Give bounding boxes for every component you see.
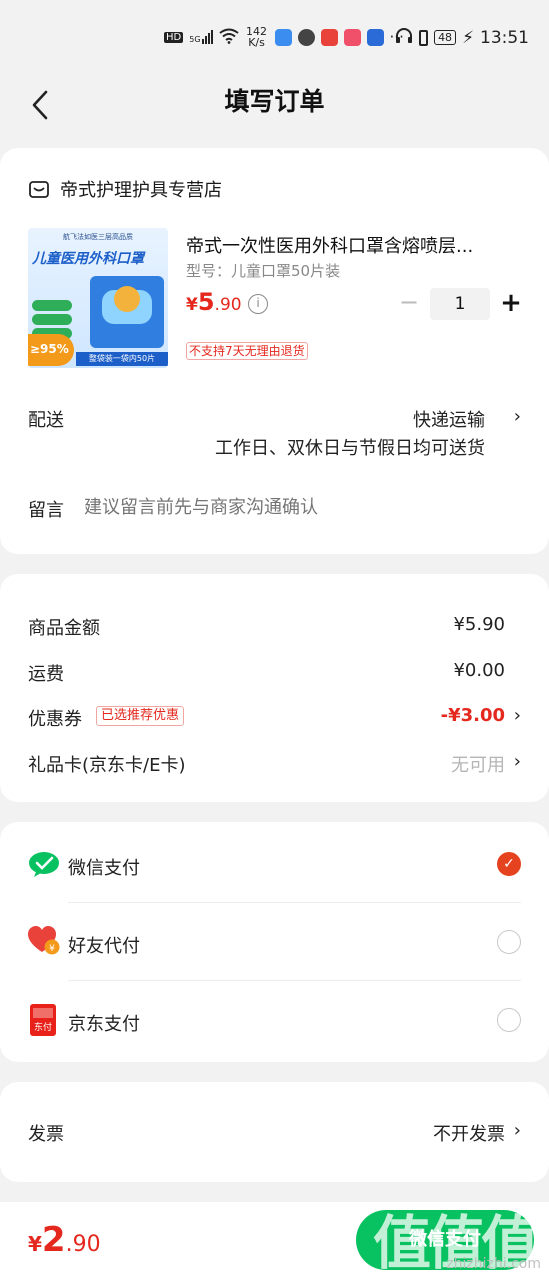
product-image-tag [32, 314, 72, 325]
giftcard-value[interactable]: 无可用 [451, 751, 505, 777]
robot-app-icon [366, 28, 384, 46]
quantity-increase-button[interactable]: + [500, 288, 522, 318]
shop-app-icon [343, 28, 361, 46]
price-integer: 5 [197, 288, 215, 316]
watermark-url: zhizhizhi.com [446, 1256, 541, 1272]
goods-amount-label: 商品金额 [28, 618, 100, 639]
message-label: 留言 [28, 500, 64, 521]
product-image-title: 儿童医用外科口罩 [32, 251, 144, 267]
goods-amount-value: ¥5.90 [453, 614, 505, 635]
total-price: ¥ 2 .90 [28, 1220, 101, 1260]
invoice-card[interactable]: 发票 不开发票 › [0, 1082, 549, 1182]
payment-option-friend[interactable]: ¥ 好友代付 [0, 902, 549, 980]
order-card: 帝式护理护具专营店 航飞法如医三层高品质 儿童医用外科口罩 ≥95% 整袋装一袋… [0, 148, 549, 554]
price-currency: ¥ [186, 295, 198, 315]
product-model[interactable]: 型号：儿童口罩50片装 [186, 260, 340, 281]
shop-name: 帝式护理护具专营店 [60, 180, 222, 201]
delivery-note: 工作日、双休日与节假日均可送货 [215, 438, 485, 459]
payment-option-jd[interactable]: 东付 京东支付 [0, 980, 549, 1062]
chevron-right-icon[interactable]: › [514, 751, 521, 772]
total-integer: 2 [41, 1220, 66, 1260]
chevron-right-icon[interactable]: › [514, 1120, 521, 1141]
product-image-top-text: 航飞法如医三层高品质 [63, 233, 133, 241]
giftcard-label: 礼品卡(京东卡/E卡) [28, 755, 186, 776]
clock: 13:51 [480, 27, 529, 48]
payment-label-friend: 好友代付 [68, 936, 140, 957]
total-currency: ¥ [28, 1232, 42, 1256]
payment-option-wechat[interactable]: 微信支付 ✓ [0, 822, 549, 902]
total-decimal: .90 [65, 1232, 101, 1257]
delivery-label: 配送 [28, 410, 64, 431]
radio-unselected[interactable] [497, 1008, 521, 1032]
product-image[interactable]: 航飞法如医三层高品质 儿童医用外科口罩 ≥95% 整袋装一袋内50片 [28, 228, 168, 368]
signal-label: 5G [189, 35, 201, 44]
delivery-value[interactable]: 快递运输 [413, 406, 485, 432]
message-input[interactable] [84, 492, 514, 522]
product-image-percent: ≥95% [28, 334, 74, 366]
wechat-pay-icon [29, 852, 59, 877]
product-image-mascot [114, 286, 140, 312]
wifi-icon [218, 28, 239, 47]
product-name[interactable]: 帝式一次性医用外科口罩含熔喷层... [186, 232, 516, 258]
network-speed: 142 K/s [245, 26, 269, 48]
invoice-label: 发票 [28, 1124, 64, 1145]
info-icon[interactable]: i [248, 294, 268, 314]
radio-unselected[interactable] [497, 930, 521, 954]
product-price: ¥ 5 .90 [186, 288, 242, 316]
vibrate-icon [419, 29, 429, 46]
coupon-badge: 已选推荐优惠 [96, 706, 185, 726]
svg-text:东付: 东付 [34, 1021, 52, 1033]
payment-card: 微信支付 ✓ ¥ 好友代付 东付 京东支付 [0, 822, 549, 1062]
redpacket-app-icon [320, 28, 338, 46]
quantity-decrease-button[interactable]: − [398, 290, 420, 316]
battery-icon: 48 [434, 30, 457, 45]
headphones-icon [395, 27, 413, 48]
quantity-field[interactable]: 1 [430, 288, 490, 320]
invoice-value[interactable]: 不开发票 [433, 1120, 505, 1146]
radio-selected[interactable]: ✓ [497, 852, 521, 876]
amount-card: 商品金额 ¥5.90 运费 ¥0.00 优惠券 已选推荐优惠 -¥3.00 › … [0, 574, 549, 802]
chat-app-icon [297, 28, 315, 46]
shipping-label: 运费 [28, 664, 64, 685]
signal-5g-icon: 5G [189, 30, 213, 44]
svg-text:¥: ¥ [49, 944, 55, 954]
hd-icon: HD [164, 31, 184, 43]
friend-pay-icon: ¥ [28, 926, 60, 955]
status-icons: HD 5G 142 K/s ··· [164, 26, 404, 48]
payment-label-wechat: 微信支付 [68, 858, 140, 879]
payment-label-jd: 京东支付 [68, 1014, 140, 1035]
status-bar: HD 5G 142 K/s ··· 48 ⚡ 13:51 [0, 0, 549, 72]
coupon-value[interactable]: -¥3.00 [441, 705, 505, 726]
product-image-tag [32, 300, 72, 311]
page-title: 填写订单 [224, 87, 325, 116]
cloud-app-icon [274, 28, 292, 46]
shop-row[interactable]: 帝式护理护具专营店 [28, 176, 222, 202]
shop-icon [29, 181, 49, 198]
return-policy-badge: 不支持7天无理由退货 [186, 342, 308, 360]
chevron-right-icon[interactable]: › [514, 705, 521, 726]
jd-pay-icon: 东付 [30, 1004, 56, 1036]
product-image-strip: 整袋装一袋内50片 [76, 352, 168, 366]
nav-bar: 填写订单 [0, 72, 549, 134]
chevron-right-icon[interactable]: › [514, 406, 521, 427]
shipping-value: ¥0.00 [453, 660, 505, 681]
status-right: 48 ⚡ 13:51 [395, 27, 529, 48]
coupon-label: 优惠券 [28, 709, 82, 730]
network-speed-unit: K/s [248, 36, 265, 49]
price-decimal: .90 [214, 295, 242, 315]
charging-icon: ⚡ [462, 27, 474, 48]
